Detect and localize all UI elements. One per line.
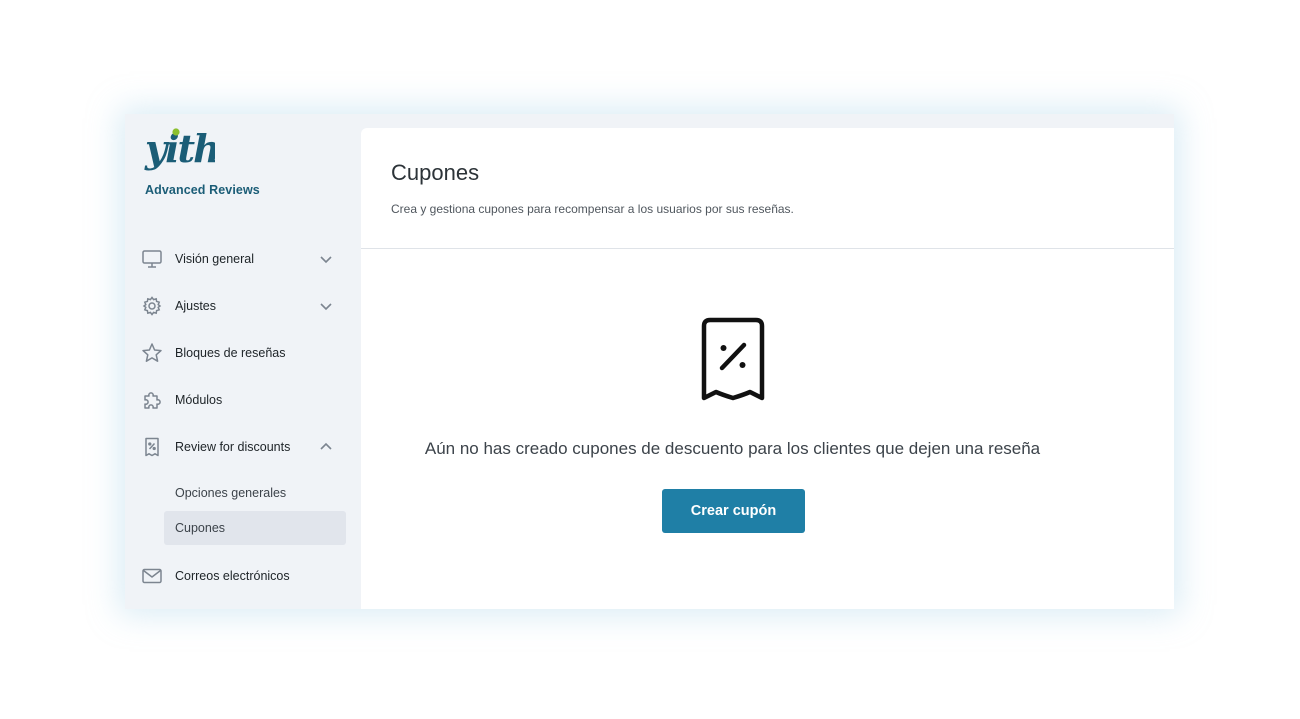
chevron-down-icon[interactable] [318, 251, 334, 267]
star-icon [141, 342, 163, 364]
create-coupon-button[interactable]: Crear cupón [662, 489, 805, 533]
mail-icon [141, 565, 163, 587]
sidebar-item-label: Review for discounts [175, 440, 291, 454]
sidebar-item-review-for-discounts[interactable]: Review for discounts [125, 427, 361, 467]
plugin-name: Advanced Reviews [145, 183, 260, 197]
submenu-item-label: Cupones [175, 521, 226, 535]
empty-state-message: Aún no has creado cupones de descuento p… [424, 439, 1041, 458]
chevron-up-icon[interactable] [318, 439, 334, 455]
main-content: Cupones Crea y gestiona cupones para rec… [361, 128, 1174, 609]
page-description: Crea y gestiona cupones para recompensar… [391, 202, 794, 216]
sidebar-item-vision-general[interactable]: Visión general [125, 239, 361, 279]
sidebar-item-label: Bloques de reseñas [175, 346, 286, 360]
page-header: Cupones Crea y gestiona cupones para rec… [361, 128, 1174, 249]
monitor-icon [141, 248, 163, 270]
page-title: Cupones [391, 160, 480, 185]
submenu-item-cupones[interactable]: Cupones [164, 511, 346, 545]
sidebar: yith Advanced Reviews Visión general Aju… [125, 114, 361, 609]
sidebar-item-label: Correos electrónicos [175, 569, 290, 583]
sidebar-item-modulos[interactable]: Módulos [125, 380, 361, 420]
sidebar-item-bloques-de-resenas[interactable]: Bloques de reseñas [125, 333, 361, 373]
puzzle-icon [141, 389, 163, 411]
coupon-icon [701, 317, 765, 401]
gear-icon [141, 295, 163, 317]
submenu-item-opciones-generales[interactable]: Opciones generales [164, 476, 346, 510]
app-window: yith Advanced Reviews Visión general Aju… [125, 114, 1174, 609]
submenu-item-label: Opciones generales [175, 486, 287, 500]
chevron-down-icon[interactable] [318, 298, 334, 314]
sidebar-item-label: Visión general [175, 252, 254, 266]
sidebar-item-ajustes[interactable]: Ajustes [125, 286, 361, 326]
sidebar-item-label: Módulos [175, 393, 223, 407]
sidebar-item-label: Ajustes [175, 299, 216, 313]
coupon-icon [141, 436, 163, 458]
sidebar-item-correos-electronicos[interactable]: Correos electrónicos [125, 556, 361, 596]
yith-logo: yith [144, 126, 215, 171]
